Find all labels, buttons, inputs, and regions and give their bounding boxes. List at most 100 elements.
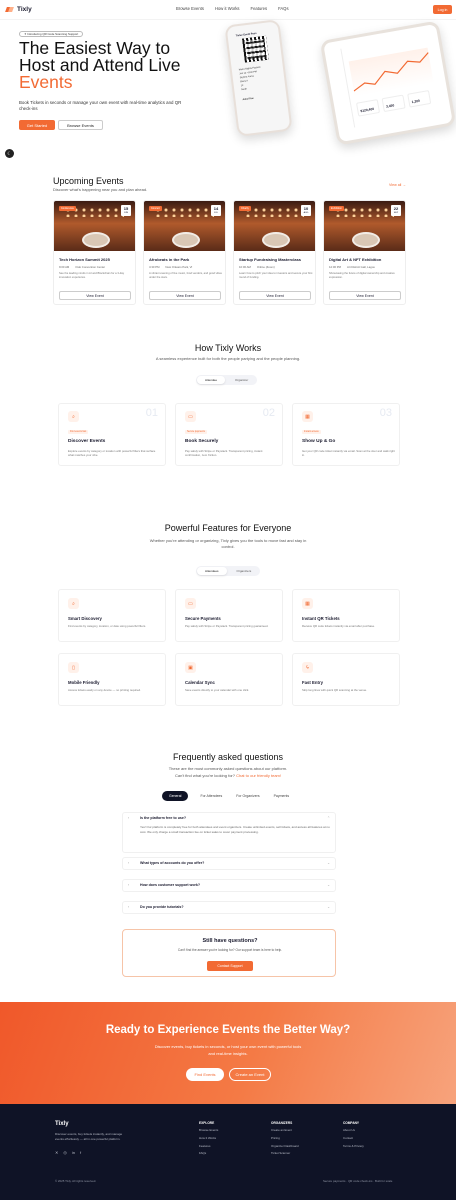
footer-link[interactable]: Features: [199, 1143, 218, 1151]
still-title: Still have questions?: [202, 938, 258, 944]
footer-link[interactable]: How It Works: [199, 1135, 218, 1143]
faq-item[interactable]: › What types of accounts do you offer? ⌄: [122, 857, 336, 870]
footer-link[interactable]: FAQs: [199, 1150, 218, 1158]
event-meta: 10:00 AM Online (Zoom): [239, 265, 275, 269]
hero-title: The Easiest Way to Host and Attend Live …: [19, 39, 219, 92]
footer-bottom-tagline: Secure payments · QR code check-ins · Bu…: [323, 1179, 393, 1183]
search-icon: ⌕: [68, 411, 79, 422]
footer-brand: Tixly: [55, 1121, 69, 1127]
event-category-badge: Exhibition: [329, 206, 344, 211]
page: Tixly Browse Events How it Works Feature…: [0, 0, 456, 1200]
faq-tabs: General For Attendees For Organizers Pay…: [162, 791, 291, 801]
nav-links: Browse Events How it Works Features FAQs: [176, 6, 289, 11]
view-event-button[interactable]: View Event: [239, 291, 311, 300]
footer-link[interactable]: Terms & Privacy: [343, 1143, 364, 1151]
nav-link-features[interactable]: Features: [251, 6, 268, 11]
faq-item-expanded[interactable]: › Is the platform free to use? ⌃ Yes! Ou…: [122, 812, 336, 853]
create-event-button[interactable]: Create an Event: [229, 1068, 271, 1081]
chat-team-link[interactable]: Chat to our friendly team!: [236, 773, 281, 778]
find-events-button[interactable]: Find Events: [186, 1068, 224, 1081]
contact-support-button[interactable]: Contact Support: [207, 961, 253, 971]
faq-tab-attendees[interactable]: For Attendees: [198, 791, 224, 801]
nav-link-how[interactable]: How it Works: [215, 6, 240, 11]
features-title: Powerful Features for Everyone: [164, 523, 292, 533]
feature-title: Smart Discovery: [68, 616, 102, 621]
how-tabs: Attendee Organizer: [196, 375, 258, 385]
chevron-up-icon: ⌃: [327, 816, 330, 820]
event-meta: 4:30 PM New Orleans Park, VI: [149, 265, 193, 269]
tab-organizers[interactable]: Organizers: [229, 567, 260, 575]
feature-title: Calendar Sync: [185, 680, 215, 685]
event-meta: 9:00 AM Oslo Convention Center: [59, 265, 106, 269]
footer-link[interactable]: Contact: [343, 1135, 364, 1143]
phone-ticket-details: Metro Nights Festival Jan 12 • 8:00 PM S…: [239, 66, 265, 102]
copyright: © 2025 Tixly. All rights reserved.: [55, 1179, 97, 1183]
instagram-icon[interactable]: ◎: [63, 1150, 67, 1155]
footer-link[interactable]: Browse Events: [199, 1127, 218, 1135]
card-payment-icon: ▭: [185, 598, 196, 609]
footer-link[interactable]: Create an Event: [271, 1127, 299, 1135]
event-card[interactable]: Concert 14 JUL Afrobeats in the Park 4:30…: [143, 200, 226, 305]
tablet-stat-tickets: 3,450: [381, 94, 406, 113]
footer-col-title: ORGANIZERS: [271, 1121, 293, 1125]
view-event-button[interactable]: View Event: [149, 291, 221, 300]
faq-tab-organizers[interactable]: For Organizers: [234, 791, 261, 801]
tablet-stat-revenue: $120,400: [355, 99, 381, 117]
lightning-icon: ϟ: [302, 662, 313, 673]
feature-card: ⌕ Smart Discovery Find events by category,…: [58, 589, 166, 642]
announcement-pill[interactable]: ✦ Introducing QR Code Scanning Support: [19, 31, 84, 37]
footer-link[interactable]: About Us: [343, 1127, 364, 1135]
view-event-button[interactable]: View Event: [329, 291, 401, 300]
mobile-icon: ▯: [68, 662, 79, 673]
step-desc: Get your QR code ticket instantly via em…: [302, 449, 395, 457]
how-step-card: ▦ 03 Instant access Show Up & Go Get you…: [292, 403, 400, 466]
chevron-right-icon: ›: [128, 861, 130, 865]
faq-item[interactable]: › Do you provide tutorials? ⌄: [122, 901, 336, 914]
ticket-holder: Adeel Doe: [242, 97, 254, 102]
event-name: Tech Horizon Summit 2025: [59, 257, 110, 262]
twitter-icon[interactable]: ✕: [55, 1150, 58, 1155]
social-icons: ✕ ◎ in f: [55, 1150, 81, 1155]
hero-title-line3: Events: [19, 72, 73, 92]
card-payment-icon: ▭: [185, 411, 196, 422]
footer-link[interactable]: Ticket Scanner: [271, 1150, 299, 1158]
linkedin-icon[interactable]: in: [72, 1150, 75, 1155]
logo[interactable]: Tixly: [6, 6, 32, 13]
facebook-icon[interactable]: f: [80, 1150, 81, 1155]
view-all-link[interactable]: View all →: [389, 183, 406, 187]
get-started-button[interactable]: Get Started: [19, 120, 55, 130]
chevron-right-icon: ›: [128, 905, 130, 909]
faq-question: What types of accounts do you offer?: [140, 861, 205, 865]
login-button[interactable]: Log in: [433, 5, 452, 14]
step-number: 01: [145, 407, 158, 419]
cta-title: Ready to Experience Events the Better Wa…: [105, 1024, 351, 1036]
event-category-badge: Charity: [239, 206, 251, 211]
event-card[interactable]: Charity 10 AUG Startup Fundraising Master…: [233, 200, 316, 305]
nav-link-faqs[interactable]: FAQs: [278, 6, 288, 11]
faq-item[interactable]: › How does customer support work? ⌄: [122, 879, 336, 892]
nav-link-browse[interactable]: Browse Events: [176, 6, 204, 11]
faq-subtitle-text: Can't find what you're looking for?: [174, 773, 237, 778]
browse-events-button[interactable]: Browse Events: [58, 120, 103, 130]
event-date-badge: 15 JUN: [121, 205, 131, 216]
feature-card: ▭ Secure Payments Pay safely with Stripe o…: [175, 589, 283, 642]
tab-organizer[interactable]: Organizer: [227, 376, 256, 384]
theme-toggle-moon-icon[interactable]: ☾: [5, 149, 14, 158]
footer-link[interactable]: Pricing: [271, 1135, 299, 1143]
feature-card: ϟ Fast Entry Skip long lines with quick QR…: [292, 653, 400, 706]
tab-attendee[interactable]: Attendee: [197, 376, 226, 384]
footer-link[interactable]: Organizer Dashboard: [271, 1143, 299, 1151]
event-date-badge: 10 AUG: [301, 205, 311, 216]
footer-col-title: EXPLORE: [199, 1121, 215, 1125]
tab-attendees[interactable]: Attendees: [197, 567, 227, 575]
chevron-down-icon: ⌄: [327, 861, 330, 865]
view-event-button[interactable]: View Event: [59, 291, 131, 300]
feature-desc: Access tickets easily on any device — no…: [68, 688, 141, 692]
event-card[interactable]: Exhibition 22 SEP Digital Art & NFT Exhib…: [323, 200, 406, 305]
faq-tab-payments[interactable]: Payments: [272, 791, 292, 801]
faq-tab-general[interactable]: General: [162, 791, 189, 801]
tablet-chart-line: [353, 52, 429, 92]
faq-subtitle-1: These are the most commonly asked questi…: [168, 766, 288, 771]
event-meta: 12:00 PM Art District Gall, Lagos: [329, 265, 375, 269]
event-card[interactable]: Conference 15 JUN Tech Horizon Summit 202…: [53, 200, 136, 305]
